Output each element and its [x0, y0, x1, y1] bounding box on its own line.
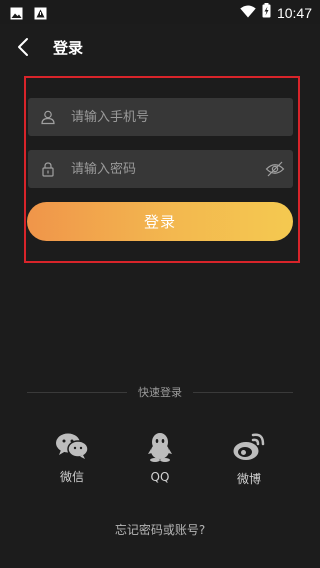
wechat-icon	[42, 432, 102, 460]
login-button[interactable]: 登录	[27, 202, 293, 241]
status-time: 10:47	[276, 4, 312, 21]
password-field	[28, 150, 293, 188]
battery-icon	[262, 3, 271, 22]
forgot-password-link[interactable]: 忘记密码或账号?	[0, 521, 320, 538]
wechat-login-button[interactable]: 微信	[42, 432, 102, 485]
quick-login-divider: 快速登录	[27, 384, 293, 402]
eye-off-icon[interactable]	[265, 160, 285, 178]
phone-field	[28, 98, 293, 136]
password-input[interactable]	[69, 153, 263, 185]
divider-line-right	[193, 392, 293, 393]
weibo-label: 微博	[236, 472, 261, 486]
weibo-login-button[interactable]: 微博	[219, 432, 279, 487]
phone-input[interactable]	[69, 101, 263, 133]
alert-icon	[34, 5, 48, 20]
back-arrow-icon[interactable]	[14, 36, 34, 58]
image-icon	[10, 5, 24, 20]
page-title: 登录	[53, 39, 84, 57]
status-bar: 10:47	[0, 0, 320, 24]
qq-label: QQ	[150, 470, 170, 484]
user-icon	[40, 109, 56, 125]
wifi-icon	[240, 3, 256, 22]
lock-icon	[40, 161, 56, 177]
app-header: 登录	[0, 24, 320, 70]
wechat-label: 微信	[59, 470, 84, 484]
qq-login-button[interactable]: QQ	[130, 432, 190, 484]
weibo-icon	[219, 432, 279, 462]
qq-icon	[130, 432, 190, 462]
